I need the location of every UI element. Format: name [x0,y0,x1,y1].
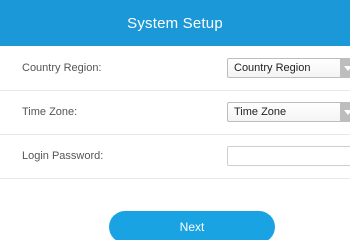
login-password-label: Login Password: [22,150,104,162]
time-zone-value: Time Zone [234,106,287,118]
time-zone-dropdown-toggle[interactable] [340,102,350,122]
header-bar: System Setup [0,0,350,46]
country-region-dropdown-toggle[interactable] [340,58,350,78]
system-setup-screen: System Setup Country Region: Country Reg… [0,0,350,240]
country-region-select[interactable]: Country Region [227,58,350,78]
login-password-field[interactable] [227,146,350,166]
next-button[interactable]: Next [109,211,275,240]
country-region-label: Country Region: [22,62,102,74]
time-zone-select[interactable]: Time Zone [227,102,350,122]
time-zone-label: Time Zone: [22,106,78,118]
chevron-down-icon [344,110,350,115]
chevron-down-icon [344,66,350,71]
country-region-row: Country Region: Country Region [0,46,350,91]
login-password-row: Login Password: [0,134,350,179]
page-title: System Setup [127,14,223,32]
country-region-value: Country Region [234,62,311,74]
time-zone-row: Time Zone: Time Zone [0,90,350,135]
